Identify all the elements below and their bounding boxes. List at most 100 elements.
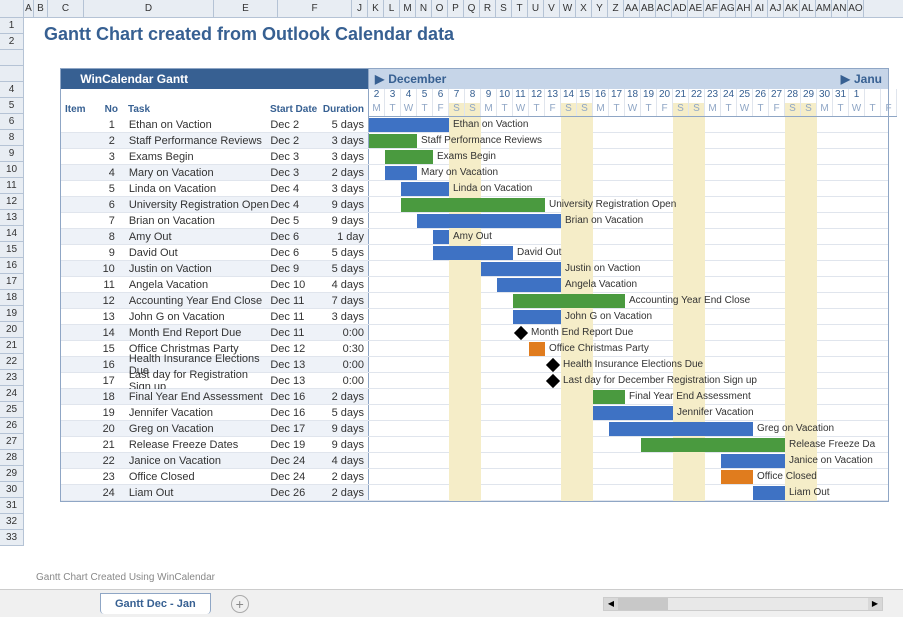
- column-header-cell[interactable]: J: [352, 0, 368, 17]
- scroll-right-icon[interactable]: ▶: [868, 598, 882, 610]
- row-header-cell[interactable]: 6: [0, 114, 24, 130]
- column-header-cell[interactable]: V: [544, 0, 560, 17]
- column-header-cell[interactable]: AC: [656, 0, 672, 17]
- column-header-cell[interactable]: O: [432, 0, 448, 17]
- row-header-cell[interactable]: 10: [0, 162, 24, 178]
- table-row[interactable]: 18Final Year End AssessmentDec 162 daysF…: [61, 389, 888, 405]
- table-row[interactable]: 4Mary on VacationDec 32 daysMary on Vaca…: [61, 165, 888, 181]
- row-header-cell[interactable]: 32: [0, 514, 24, 530]
- table-row[interactable]: 13John G on VacationDec 113 daysJohn G o…: [61, 309, 888, 325]
- horizontal-scrollbar[interactable]: ◀ ▶: [603, 597, 883, 611]
- column-header-cell[interactable]: C: [48, 0, 84, 17]
- row-header-cell[interactable]: 22: [0, 354, 24, 370]
- column-header-cell[interactable]: X: [576, 0, 592, 17]
- row-header-cell[interactable]: 30: [0, 482, 24, 498]
- row-header-cell[interactable]: 11: [0, 178, 24, 194]
- row-header-cell[interactable]: [0, 66, 24, 82]
- row-header-cell[interactable]: 19: [0, 306, 24, 322]
- row-header-cell[interactable]: 12: [0, 194, 24, 210]
- row-header-cell[interactable]: 23: [0, 370, 24, 386]
- row-header-cell[interactable]: 28: [0, 450, 24, 466]
- table-row[interactable]: 9David OutDec 65 daysDavid Out: [61, 245, 888, 261]
- column-header-cell[interactable]: S: [496, 0, 512, 17]
- table-row[interactable]: 7Brian on VacationDec 59 daysBrian on Va…: [61, 213, 888, 229]
- row-header-cell[interactable]: 25: [0, 402, 24, 418]
- row-header-cell[interactable]: 33: [0, 530, 24, 546]
- column-header-cell[interactable]: AN: [832, 0, 848, 17]
- column-header-cell[interactable]: AA: [624, 0, 640, 17]
- row-headers[interactable]: 1245689101112131415161718192021222324252…: [0, 18, 24, 546]
- column-header-cell[interactable]: T: [512, 0, 528, 17]
- row-header-cell[interactable]: 21: [0, 338, 24, 354]
- column-header-cell[interactable]: AI: [752, 0, 768, 17]
- column-header-cell[interactable]: F: [278, 0, 352, 17]
- column-header-cell[interactable]: B: [34, 0, 48, 17]
- column-header-cell[interactable]: R: [480, 0, 496, 17]
- column-header-cell[interactable]: AF: [704, 0, 720, 17]
- table-row[interactable]: 14Month End Report DueDec 110:00Month En…: [61, 325, 888, 341]
- column-header-cell[interactable]: AL: [800, 0, 816, 17]
- column-header-cell[interactable]: L: [384, 0, 400, 17]
- add-sheet-button[interactable]: +: [231, 595, 249, 613]
- row-header-cell[interactable]: 24: [0, 386, 24, 402]
- table-row[interactable]: 21Release Freeze DatesDec 199 daysReleas…: [61, 437, 888, 453]
- row-header-cell[interactable]: [0, 50, 24, 66]
- column-header-cell[interactable]: AG: [720, 0, 736, 17]
- column-header-cell[interactable]: AJ: [768, 0, 784, 17]
- table-row[interactable]: 17Last day for Registration Sign upDec 1…: [61, 373, 888, 389]
- row-header-cell[interactable]: 13: [0, 210, 24, 226]
- row-header-cell[interactable]: 20: [0, 322, 24, 338]
- row-header-cell[interactable]: 5: [0, 98, 24, 114]
- scroll-left-icon[interactable]: ◀: [604, 598, 618, 610]
- column-header-cell[interactable]: AB: [640, 0, 656, 17]
- column-header-cell[interactable]: AE: [688, 0, 704, 17]
- table-row[interactable]: 11Angela VacationDec 104 daysAngela Vaca…: [61, 277, 888, 293]
- table-row[interactable]: 3Exams BeginDec 33 daysExams Begin: [61, 149, 888, 165]
- column-header-cell[interactable]: U: [528, 0, 544, 17]
- table-row[interactable]: 1Ethan on VactionDec 25 daysEthan on Vac…: [61, 117, 888, 133]
- table-row[interactable]: 24Liam OutDec 262 daysLiam Out: [61, 485, 888, 501]
- column-header-cell[interactable]: AO: [848, 0, 864, 17]
- column-header-cell[interactable]: K: [368, 0, 384, 17]
- row-header-cell[interactable]: 1: [0, 18, 24, 34]
- row-header-cell[interactable]: 2: [0, 34, 24, 50]
- row-header-cell[interactable]: 8: [0, 130, 24, 146]
- row-header-cell[interactable]: 16: [0, 258, 24, 274]
- column-header-cell[interactable]: P: [448, 0, 464, 17]
- table-row[interactable]: 19Jennifer VacationDec 165 daysJennifer …: [61, 405, 888, 421]
- column-header-cell[interactable]: N: [416, 0, 432, 17]
- table-row[interactable]: 6University Registration OpenDec 49 days…: [61, 197, 888, 213]
- column-header-cell[interactable]: AD: [672, 0, 688, 17]
- row-header-cell[interactable]: 4: [0, 82, 24, 98]
- sheet-tab-gantt[interactable]: Gantt Dec - Jan: [100, 593, 211, 614]
- column-header-cell[interactable]: A: [24, 0, 34, 17]
- row-header-cell[interactable]: 9: [0, 146, 24, 162]
- table-row[interactable]: 5Linda on VacationDec 43 daysLinda on Va…: [61, 181, 888, 197]
- column-header-cell[interactable]: W: [560, 0, 576, 17]
- column-header-cell[interactable]: D: [84, 0, 214, 17]
- table-row[interactable]: 23Office ClosedDec 242 daysOffice Closed: [61, 469, 888, 485]
- table-row[interactable]: 8Amy OutDec 61 dayAmy Out: [61, 229, 888, 245]
- column-header-cell[interactable]: AM: [816, 0, 832, 17]
- row-header-cell[interactable]: 31: [0, 498, 24, 514]
- row-header-cell[interactable]: 26: [0, 418, 24, 434]
- table-row[interactable]: 2Staff Performance ReviewsDec 23 daysSta…: [61, 133, 888, 149]
- column-header-cell[interactable]: AK: [784, 0, 800, 17]
- row-header-cell[interactable]: 17: [0, 274, 24, 290]
- row-header-cell[interactable]: 29: [0, 466, 24, 482]
- table-row[interactable]: 10Justin on VactionDec 95 daysJustin on …: [61, 261, 888, 277]
- row-header-cell[interactable]: 15: [0, 242, 24, 258]
- scrollbar-thumb[interactable]: [618, 598, 668, 610]
- column-header-cell[interactable]: E: [214, 0, 278, 17]
- table-row[interactable]: 22Janice on VacationDec 244 daysJanice o…: [61, 453, 888, 469]
- column-header-cell[interactable]: Z: [608, 0, 624, 17]
- table-row[interactable]: 20Greg on VacationDec 179 daysGreg on Va…: [61, 421, 888, 437]
- column-header-cell[interactable]: AH: [736, 0, 752, 17]
- column-headers[interactable]: ABCDEFJKLMNOPQRSTUVWXYZAAABACADAEAFAGAHA…: [0, 0, 903, 18]
- column-header-cell[interactable]: M: [400, 0, 416, 17]
- table-row[interactable]: 12Accounting Year End CloseDec 117 daysA…: [61, 293, 888, 309]
- column-header-cell[interactable]: Y: [592, 0, 608, 17]
- row-header-cell[interactable]: 14: [0, 226, 24, 242]
- row-header-cell[interactable]: 27: [0, 434, 24, 450]
- row-header-cell[interactable]: 18: [0, 290, 24, 306]
